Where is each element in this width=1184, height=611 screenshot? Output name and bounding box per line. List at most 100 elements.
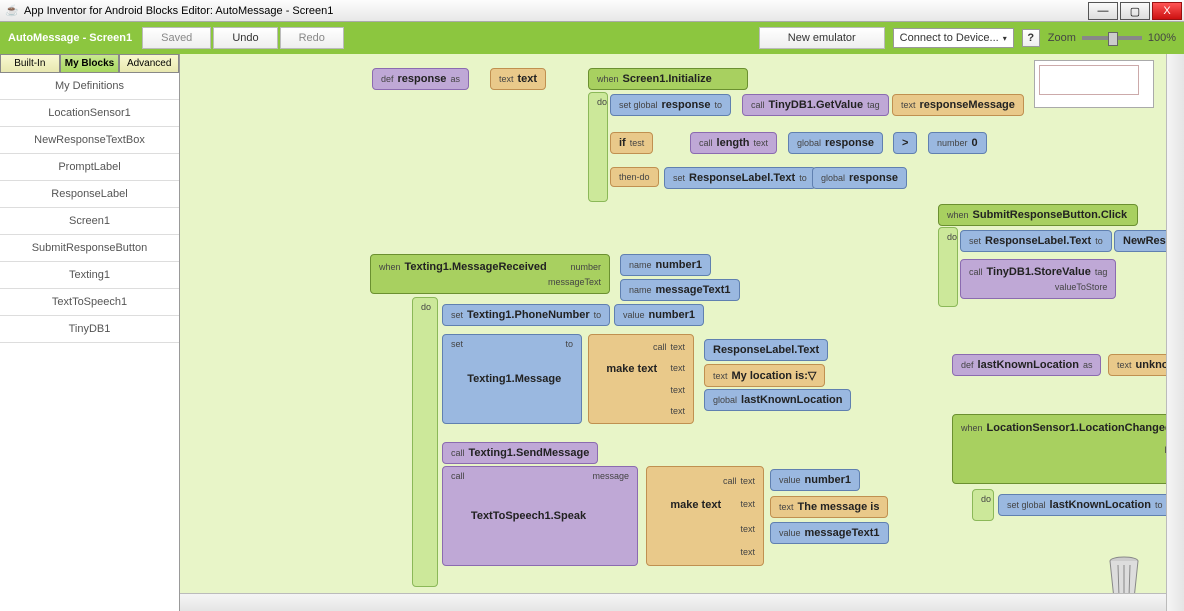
maximize-button[interactable]: ▢ bbox=[1120, 2, 1150, 20]
block-global-response[interactable]: global response bbox=[788, 132, 883, 154]
block-set-texting-message[interactable]: set Texting1.Message to bbox=[442, 334, 582, 424]
label-tag: tag bbox=[867, 100, 880, 110]
drawer-locationsensor1[interactable]: LocationSensor1 bbox=[0, 100, 179, 127]
main-area: Built-In My Blocks Advanced My Definitio… bbox=[0, 54, 1184, 611]
window-titlebar: ☕ App Inventor for Android Blocks Editor… bbox=[0, 0, 1184, 22]
block-call-tts-speak[interactable]: call TextToSpeech1.Speak message bbox=[442, 466, 638, 566]
label-name: name bbox=[629, 260, 652, 270]
block-value-messagetext1[interactable]: value messageText1 bbox=[770, 522, 889, 544]
new-emulator-button[interactable]: New emulator bbox=[759, 27, 885, 49]
drawer-responselabel[interactable]: ResponseLabel bbox=[0, 181, 179, 208]
label-text: text bbox=[740, 547, 755, 557]
var-name: number1 bbox=[805, 474, 851, 486]
drawer-tinydb1[interactable]: TinyDB1 bbox=[0, 316, 179, 343]
scrollbar-horizontal[interactable] bbox=[180, 593, 1166, 611]
block-set-global-response[interactable]: set global response to bbox=[610, 94, 731, 116]
label-set: set bbox=[451, 339, 463, 349]
block-do-submit[interactable]: do bbox=[938, 227, 958, 307]
drawer-screen1[interactable]: Screen1 bbox=[0, 208, 179, 235]
help-button[interactable]: ? bbox=[1022, 29, 1040, 47]
label-number: number bbox=[570, 262, 601, 272]
block-make-text-1[interactable]: calltext make texttext text text bbox=[588, 334, 694, 424]
tab-myblocks[interactable]: My Blocks bbox=[60, 54, 120, 72]
drawer-texttospeech1[interactable]: TextToSpeech1 bbox=[0, 289, 179, 316]
saved-button[interactable]: Saved bbox=[142, 27, 211, 49]
drawer-promptlabel[interactable]: PromptLabel bbox=[0, 154, 179, 181]
block-text-literal[interactable]: text text bbox=[490, 68, 546, 90]
block-do-texting[interactable]: do bbox=[412, 297, 438, 587]
block-do[interactable]: do bbox=[588, 92, 608, 202]
block-make-text-2[interactable]: calltext make texttext text text bbox=[646, 466, 764, 566]
block-call-tinydb-getvalue[interactable]: call TinyDB1.GetValue tag bbox=[742, 94, 889, 116]
var-name: response bbox=[662, 99, 711, 111]
label-def: def bbox=[961, 360, 974, 370]
block-name-messagetext1[interactable]: name messageText1 bbox=[620, 279, 740, 301]
zoom-slider[interactable] bbox=[1082, 36, 1142, 40]
minimap[interactable] bbox=[1034, 60, 1154, 108]
minimize-button[interactable]: — bbox=[1088, 2, 1118, 20]
window-title: App Inventor for Android Blocks Editor: … bbox=[24, 5, 333, 17]
var-name: lastKnownLocation bbox=[1050, 499, 1151, 511]
block-def-response[interactable]: def response as bbox=[372, 68, 469, 90]
scrollbar-vertical[interactable] bbox=[1166, 54, 1184, 611]
close-button[interactable]: X bbox=[1152, 2, 1182, 20]
label-then-do: then-do bbox=[619, 172, 650, 182]
block-when-locationchanged[interactable]: when LocationSensor1.LocationChanged lat… bbox=[952, 414, 1184, 484]
call-name: Texting1.SendMessage bbox=[469, 447, 590, 459]
block-set-global-lastknownlocation[interactable]: set global lastKnownLocation to bbox=[998, 494, 1172, 516]
block-when-submit-click[interactable]: when SubmitResponseButton.Click bbox=[938, 204, 1138, 226]
block-when-texting-msgrecv[interactable]: when Texting1.MessageReceived number mes… bbox=[370, 254, 610, 294]
drawer-my-definitions[interactable]: My Definitions bbox=[0, 73, 179, 100]
palette-tabs: Built-In My Blocks Advanced bbox=[0, 54, 179, 73]
label-text: text bbox=[779, 502, 794, 512]
block-do-location[interactable]: do bbox=[972, 489, 994, 521]
label-set-global: set global bbox=[619, 100, 658, 110]
zoom-control: Zoom 100% bbox=[1048, 32, 1176, 44]
label-global: global bbox=[821, 173, 845, 183]
tab-builtin[interactable]: Built-In bbox=[0, 54, 60, 72]
tab-advanced[interactable]: Advanced bbox=[119, 54, 179, 72]
drawer-submitresponsebutton[interactable]: SubmitResponseButton bbox=[0, 235, 179, 262]
label-set: set bbox=[969, 236, 981, 246]
label-value: value bbox=[779, 475, 801, 485]
block-text-my-location[interactable]: text My location is:▽ bbox=[704, 364, 825, 387]
label-text: text bbox=[740, 524, 755, 534]
text-value: responseMessage bbox=[920, 99, 1015, 111]
block-global-response-2[interactable]: global response bbox=[812, 167, 907, 189]
label-call: call bbox=[969, 267, 983, 277]
block-name-number1[interactable]: name number1 bbox=[620, 254, 711, 276]
block-number-0[interactable]: number 0 bbox=[928, 132, 987, 154]
block-then-do[interactable]: then-do bbox=[610, 167, 659, 187]
block-value-number1[interactable]: value number1 bbox=[614, 304, 704, 326]
block-call-length[interactable]: call length text bbox=[690, 132, 777, 154]
connect-device-dropdown[interactable]: Connect to Device... ▾ bbox=[893, 28, 1014, 48]
label-valuetostore: valueToStore bbox=[1055, 282, 1108, 292]
drawer-newresponsetextbox[interactable]: NewResponseTextBox bbox=[0, 127, 179, 154]
event-name: LocationSensor1.LocationChanged bbox=[987, 422, 1172, 434]
block-greater-than[interactable]: > bbox=[893, 132, 917, 154]
block-text-responsemessage[interactable]: text responseMessage bbox=[892, 94, 1024, 116]
prop-name: Texting1.Message bbox=[467, 373, 561, 385]
blocks-canvas[interactable]: def response as text text when Screen1.I… bbox=[180, 54, 1184, 611]
block-def-lastknownlocation[interactable]: def lastKnownLocation as bbox=[952, 354, 1101, 376]
block-call-tinydb-storevalue[interactable]: call TinyDB1.StoreValue tag valueToStore bbox=[960, 259, 1116, 299]
block-set-responselabel-text[interactable]: set ResponseLabel.Text to bbox=[664, 167, 816, 189]
block-if[interactable]: if test bbox=[610, 132, 653, 154]
block-call-texting-sendmessage[interactable]: call Texting1.SendMessage bbox=[442, 442, 598, 464]
block-set-texting-phonenumber[interactable]: set Texting1.PhoneNumber to bbox=[442, 304, 610, 326]
drawer-texting1[interactable]: Texting1 bbox=[0, 262, 179, 289]
label-when: when bbox=[379, 262, 401, 272]
label-global: global bbox=[797, 138, 821, 148]
toolbar: AutoMessage - Screen1 Saved Undo Redo Ne… bbox=[0, 22, 1184, 54]
block-responselabel-text-val-2[interactable]: ResponseLabel.Text bbox=[704, 339, 828, 361]
prop-name: Texting1.PhoneNumber bbox=[467, 309, 590, 321]
redo-button[interactable]: Redo bbox=[280, 27, 344, 49]
block-when-screen-initialize[interactable]: when Screen1.Initialize bbox=[588, 68, 748, 90]
block-set-responselabel-text-2[interactable]: set ResponseLabel.Text to bbox=[960, 230, 1112, 252]
label-when: when bbox=[947, 210, 969, 220]
block-value-number1-2[interactable]: value number1 bbox=[770, 469, 860, 491]
block-global-lastknownlocation[interactable]: global lastKnownLocation bbox=[704, 389, 851, 411]
undo-button[interactable]: Undo bbox=[213, 27, 277, 49]
block-text-the-message-is[interactable]: text The message is bbox=[770, 496, 888, 518]
label-set: set bbox=[451, 310, 463, 320]
